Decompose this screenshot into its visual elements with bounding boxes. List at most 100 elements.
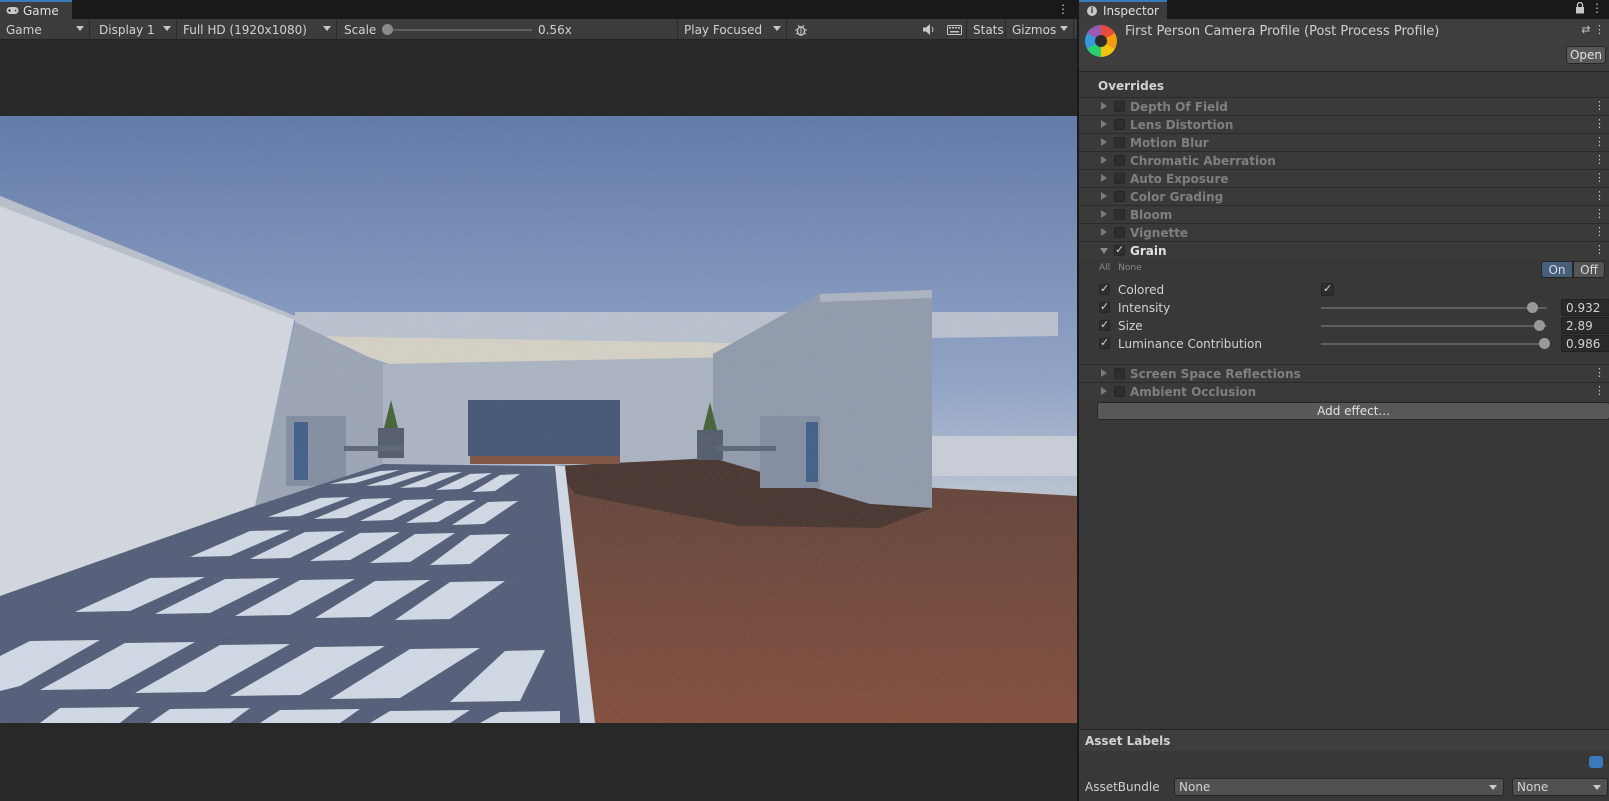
luminance-field[interactable]: 0.986 [1561, 335, 1609, 352]
effect-row[interactable]: Vignette ⋮ [1079, 223, 1609, 241]
effect-row[interactable]: Bloom ⋮ [1079, 205, 1609, 223]
more-options-icon[interactable]: ⋮ [1594, 207, 1605, 220]
effect-row[interactable]: Motion Blur ⋮ [1079, 133, 1609, 151]
effect-row-grain[interactable]: Grain ⋮ [1079, 241, 1609, 259]
prop-luminance-contribution: Luminance Contribution 0.986 [1079, 335, 1609, 353]
effect-row[interactable]: Ambient Occlusion ⋮ [1079, 382, 1609, 400]
intensity-slider-track[interactable] [1321, 307, 1547, 309]
effect-enabled-checkbox[interactable] [1114, 227, 1125, 238]
game-viewport[interactable] [0, 116, 1077, 723]
resolution-dropdown[interactable]: Full HD (1920x1080) [177, 19, 337, 40]
foldout-arrow-icon[interactable] [1101, 369, 1107, 377]
foldout-arrow-icon[interactable] [1101, 228, 1107, 236]
inspector-panel: i Inspector ⋮ First Person Camera Profil… [1078, 0, 1609, 801]
foldout-arrow-icon[interactable] [1101, 102, 1107, 110]
none-button[interactable]: None [1118, 263, 1141, 273]
intensity-slider-handle[interactable] [1526, 302, 1538, 313]
resolution-label: Full HD (1920x1080) [183, 22, 307, 37]
effect-enabled-checkbox[interactable] [1114, 173, 1125, 184]
assetbundle-variant-dropdown[interactable]: None [1512, 778, 1608, 796]
chevron-down-icon [1593, 785, 1601, 790]
prop-label: Luminance Contribution [1118, 337, 1262, 351]
more-options-icon[interactable]: ⋮ [1594, 153, 1605, 166]
foldout-arrow-icon[interactable] [1101, 156, 1107, 164]
size-field[interactable]: 2.89 [1561, 317, 1609, 334]
effect-row[interactable]: Auto Exposure ⋮ [1079, 169, 1609, 187]
effect-enabled-checkbox[interactable] [1114, 155, 1125, 166]
effect-enabled-checkbox[interactable] [1114, 209, 1125, 220]
foldout-arrow-icon[interactable] [1101, 210, 1107, 218]
all-button[interactable]: All [1099, 263, 1110, 273]
display-dropdown[interactable]: Display 1 [93, 19, 177, 40]
tag-icon[interactable] [1589, 756, 1603, 768]
scale-slider-handle[interactable] [382, 24, 393, 35]
open-button[interactable]: Open [1566, 46, 1606, 64]
foldout-arrow-icon[interactable] [1100, 248, 1108, 254]
tab-inspector[interactable]: i Inspector [1079, 0, 1167, 19]
override-checkbox[interactable] [1099, 282, 1110, 295]
tab-game[interactable]: Game [0, 0, 72, 19]
lock-icon[interactable] [1575, 1, 1585, 17]
more-options-icon[interactable]: ⋮ [1594, 366, 1605, 379]
effect-enabled-checkbox[interactable] [1114, 243, 1125, 256]
chevron-down-icon [773, 26, 781, 31]
play-mode-dropdown[interactable]: Play Focused [677, 19, 787, 40]
play-mode-label: Play Focused [684, 22, 763, 37]
effect-enabled-checkbox[interactable] [1114, 119, 1125, 130]
effect-enabled-checkbox[interactable] [1114, 368, 1125, 379]
effect-name: Auto Exposure [1130, 172, 1229, 186]
add-effect-button[interactable]: Add effect... [1097, 402, 1609, 420]
foldout-arrow-icon[interactable] [1101, 387, 1107, 395]
off-button[interactable]: Off [1573, 261, 1605, 278]
more-options-icon[interactable]: ⋮ [1594, 117, 1605, 130]
asset-labels-section: Asset Labels [1079, 729, 1609, 751]
override-checkbox[interactable] [1099, 300, 1110, 313]
bug-icon[interactable] [790, 19, 812, 40]
effect-enabled-checkbox[interactable] [1114, 137, 1125, 148]
effect-row[interactable]: Lens Distortion ⋮ [1079, 115, 1609, 133]
override-checkbox[interactable] [1099, 318, 1110, 331]
effect-enabled-checkbox[interactable] [1114, 101, 1125, 112]
more-options-icon[interactable]: ⋮ [1594, 171, 1605, 184]
view-mode-dropdown[interactable]: Game [0, 19, 90, 40]
colored-toggle[interactable] [1321, 282, 1334, 296]
stats-button[interactable]: Stats [966, 19, 1006, 40]
preset-icon[interactable]: ⇄ ⋮ [1581, 23, 1605, 36]
gizmos-dropdown[interactable]: Gizmos [1006, 19, 1074, 40]
tab-inspector-label: Inspector [1103, 3, 1159, 18]
effect-name: Motion Blur [1130, 136, 1209, 150]
scale-slider-track[interactable] [387, 29, 532, 31]
keyboard-icon[interactable] [943, 19, 965, 40]
asset-labels-title: Asset Labels [1085, 734, 1171, 748]
effect-name: Bloom [1130, 208, 1173, 222]
speaker-icon[interactable] [918, 19, 940, 40]
foldout-arrow-icon[interactable] [1101, 192, 1107, 200]
assetbundle-dropdown[interactable]: None [1174, 778, 1504, 796]
more-options-icon[interactable]: ⋮ [1594, 225, 1605, 238]
more-options-icon[interactable]: ⋮ [1594, 99, 1605, 112]
foldout-arrow-icon[interactable] [1101, 120, 1107, 128]
effect-enabled-checkbox[interactable] [1114, 191, 1125, 202]
more-options-icon[interactable]: ⋮ [1594, 189, 1605, 202]
effects-list: Depth Of Field ⋮ Lens Distortion ⋮ Motion Bl… [1079, 97, 1609, 400]
effect-row[interactable]: Chromatic Aberration ⋮ [1079, 151, 1609, 169]
override-checkbox[interactable] [1099, 336, 1110, 349]
effect-row[interactable]: Depth Of Field ⋮ [1079, 97, 1609, 115]
more-options-icon[interactable]: ⋮ [1594, 243, 1605, 256]
effect-row[interactable]: Color Grading ⋮ [1079, 187, 1609, 205]
foldout-arrow-icon[interactable] [1101, 138, 1107, 146]
more-options-icon[interactable]: ⋮ [1594, 135, 1605, 148]
size-slider-handle[interactable] [1533, 320, 1545, 331]
more-options-icon[interactable]: ⋮ [1594, 384, 1605, 397]
size-slider-track[interactable] [1321, 325, 1547, 327]
more-options-icon[interactable]: ⋮ [1057, 2, 1069, 16]
intensity-field[interactable]: 0.932 [1561, 299, 1609, 316]
overrides-heading: Overrides [1098, 79, 1164, 93]
foldout-arrow-icon[interactable] [1101, 174, 1107, 182]
luminance-slider-handle[interactable] [1538, 338, 1550, 349]
effect-row[interactable]: Screen Space Reflections ⋮ [1079, 364, 1609, 382]
effect-enabled-checkbox[interactable] [1114, 386, 1125, 397]
on-button[interactable]: On [1541, 261, 1573, 278]
luminance-slider-track[interactable] [1321, 343, 1547, 345]
more-options-icon[interactable]: ⋮ [1591, 1, 1603, 15]
